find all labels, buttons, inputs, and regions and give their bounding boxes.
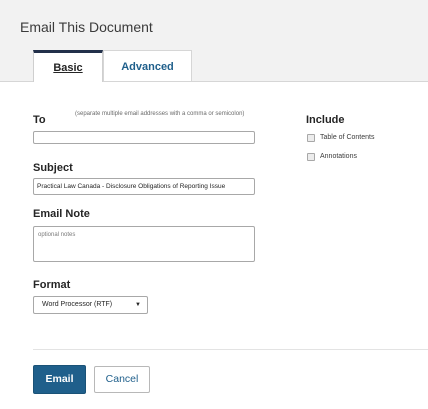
email-note-textarea[interactable]: optional notes — [33, 226, 255, 262]
table-of-contents-label: Table of Contents — [320, 134, 375, 141]
to-label: To — [33, 114, 46, 126]
include-label: Include — [306, 114, 345, 126]
annotations-checkbox[interactable] — [307, 153, 315, 161]
triangle-down-icon: ▼ — [135, 302, 141, 308]
cancel-button[interactable]: Cancel — [94, 366, 150, 393]
table-of-contents-checkbox[interactable] — [307, 134, 315, 142]
tab-basic[interactable]: Basic — [33, 50, 103, 82]
annotations-label: Annotations — [320, 153, 357, 160]
email-note-label: Email Note — [33, 208, 90, 220]
tab-advanced[interactable]: Advanced — [103, 50, 192, 81]
dialog-header: Email This Document Basic Advanced — [0, 0, 428, 82]
format-select[interactable]: Word Processor (RTF) ▼ — [33, 296, 148, 314]
email-button[interactable]: Email — [33, 365, 86, 394]
dialog-title: Email This Document — [20, 19, 153, 35]
subject-label: Subject — [33, 162, 73, 174]
footer-divider — [33, 349, 428, 350]
to-hint: (separate multiple email addresses with … — [75, 111, 245, 117]
format-label: Format — [33, 279, 71, 291]
subject-input[interactable]: Practical Law Canada - Disclosure Obliga… — [33, 178, 255, 195]
format-selected-value: Word Processor (RTF) — [42, 301, 113, 308]
to-input[interactable] — [33, 131, 255, 144]
